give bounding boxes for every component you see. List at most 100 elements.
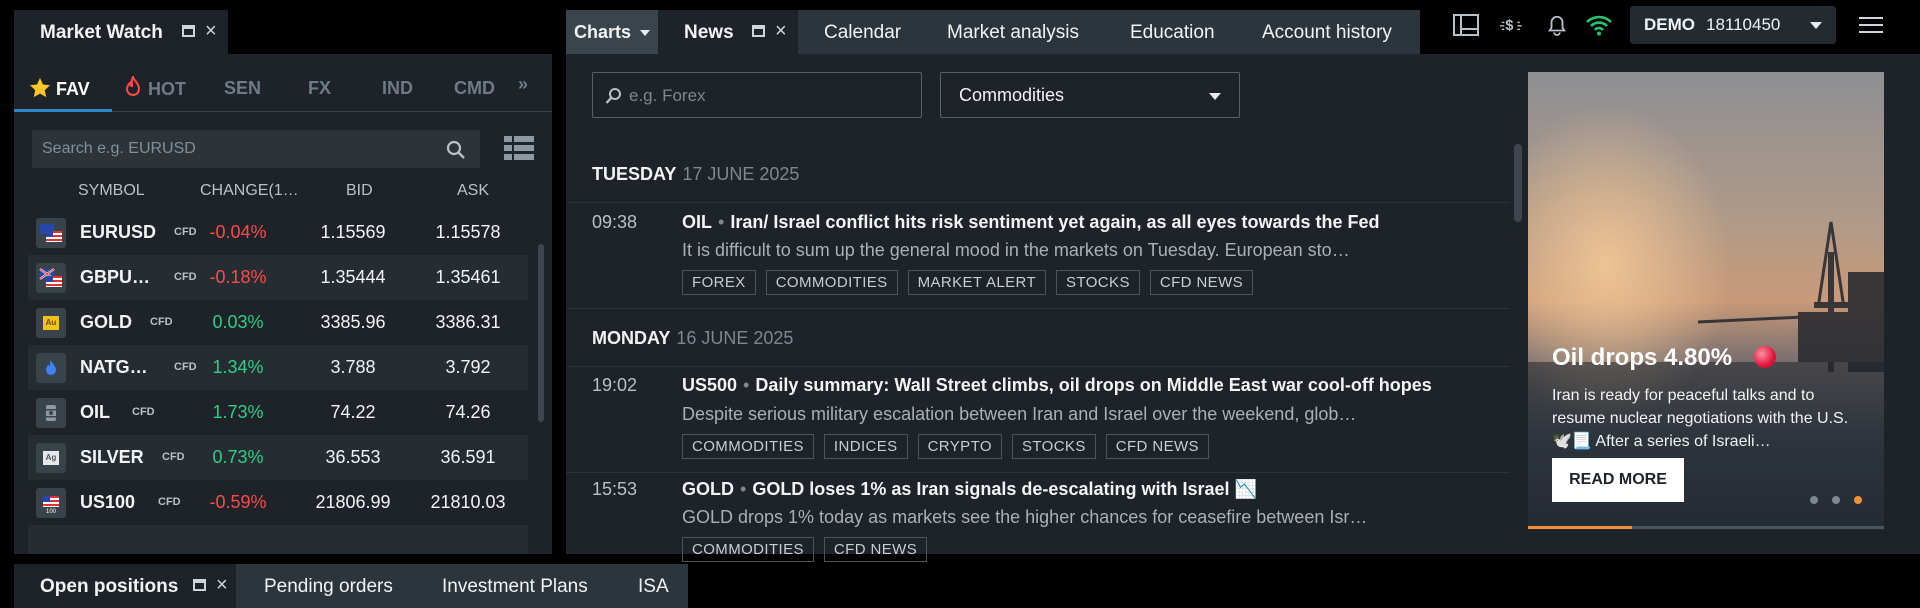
symbol-row[interactable]: OIL CFD 1.73% 74.22 74.26 <box>28 390 528 435</box>
symbol-ask[interactable]: 1.35461 <box>410 267 526 288</box>
news-tag[interactable]: CFD NEWS <box>823 537 928 562</box>
carousel-dot[interactable] <box>1810 496 1818 504</box>
tab-charts[interactable]: Charts <box>566 10 658 54</box>
bell-icon[interactable] <box>1544 14 1570 36</box>
tab-investment-plans[interactable]: Investment Plans <box>442 576 588 598</box>
news-search[interactable] <box>592 72 922 118</box>
menu-icon[interactable] <box>1859 16 1883 34</box>
symbol-ask[interactable]: 3386.31 <box>410 312 526 333</box>
gb-us-flag-icon <box>36 263 66 293</box>
tab-calendar[interactable]: Calendar <box>824 22 901 44</box>
column-change[interactable]: CHANGE(1… <box>200 182 299 200</box>
symbol-bid[interactable]: 3.788 <box>298 357 408 378</box>
tab-open-positions[interactable]: Open positions × <box>14 564 236 608</box>
news-tag[interactable]: STOCKS <box>1011 434 1096 459</box>
tab-isa[interactable]: ISA <box>638 576 669 598</box>
market-watch-scrollbar[interactable] <box>538 244 544 422</box>
news-tag[interactable]: MARKET ALERT <box>907 270 1047 295</box>
symbol-bid[interactable]: 36.553 <box>298 447 408 468</box>
eu-us-flag-icon <box>36 218 66 248</box>
symbol-row[interactable]: NATG… CFD 1.34% 3.788 3.792 <box>28 345 528 390</box>
tab-market-analysis[interactable]: Market analysis <box>947 22 1079 44</box>
news-search-input[interactable] <box>629 83 909 109</box>
divider <box>566 308 1510 309</box>
symbol-name: OIL <box>80 402 110 422</box>
layout-icon[interactable] <box>1453 14 1479 36</box>
news-tag[interactable]: STOCKS <box>1056 270 1140 295</box>
symbol-ask[interactable]: 21810.03 <box>410 492 526 513</box>
carousel-dot-active[interactable] <box>1854 496 1862 504</box>
news-summary[interactable]: It is difficult to sum up the general mo… <box>682 240 1350 261</box>
category-tab-fav[interactable]: FAV <box>28 76 90 100</box>
news-tag[interactable]: COMMODITIES <box>682 537 814 562</box>
news-title[interactable]: OIL • Iran/ Israel conflict hits risk sent… <box>682 212 1380 233</box>
close-icon[interactable]: × <box>216 575 228 595</box>
symbol-row[interactable]: GBPU… CFD -0.18% 1.35444 1.35461 <box>28 255 528 300</box>
news-headline[interactable]: Iran/ Israel conflict hits risk sentimen… <box>730 212 1379 232</box>
category-tab-cmd[interactable]: CMD <box>454 78 495 99</box>
account-selector[interactable]: DEMO 18110450 <box>1630 6 1836 44</box>
news-scrollbar[interactable] <box>1514 144 1522 222</box>
market-watch-tab[interactable]: Market Watch × <box>14 10 228 54</box>
symbol-ask[interactable]: 36.591 <box>410 447 526 468</box>
column-symbol[interactable]: SYMBOL <box>78 182 145 200</box>
tab-news[interactable]: News × <box>658 10 798 54</box>
tab-account-history[interactable]: Account history <box>1262 22 1392 44</box>
carousel-dot[interactable] <box>1832 496 1840 504</box>
symbol-row[interactable]: Ag SILVER CFD 0.73% 36.553 36.591 <box>28 435 528 480</box>
symbol-row-partial[interactable] <box>28 525 528 554</box>
category-tab-sen[interactable]: SEN <box>224 78 261 99</box>
close-icon[interactable]: × <box>775 21 787 41</box>
news-title[interactable]: US500 • Daily summary: Wall Street climbs,… <box>682 375 1432 396</box>
symbol-search[interactable] <box>32 130 480 168</box>
category-tab-hot[interactable]: HOT <box>124 74 186 100</box>
tab-education[interactable]: Education <box>1130 22 1215 44</box>
symbol-search-input[interactable] <box>42 136 432 162</box>
column-ask[interactable]: ASK <box>457 182 489 200</box>
news-summary[interactable]: GOLD drops 1% today as markets see the h… <box>682 507 1367 528</box>
maximize-icon[interactable] <box>752 25 765 37</box>
news-title[interactable]: GOLD • GOLD loses 1% as Iran signals de-es… <box>682 479 1257 500</box>
news-summary[interactable]: Despite serious military escalation betw… <box>682 404 1356 425</box>
news-tag[interactable]: CFD NEWS <box>1149 270 1254 295</box>
grid-view-icon[interactable] <box>504 136 534 160</box>
maximize-icon[interactable] <box>182 25 195 37</box>
symbol-bid[interactable]: 1.35444 <box>298 267 408 288</box>
tab-pending-orders[interactable]: Pending orders <box>264 576 393 598</box>
column-bid[interactable]: BID <box>346 182 373 200</box>
news-headline[interactable]: Daily summary: Wall Street climbs, oil d… <box>755 375 1431 395</box>
category-tab-fx[interactable]: FX <box>308 78 331 99</box>
scroll-right-icon[interactable]: » <box>518 74 528 95</box>
symbol-row[interactable]: Au GOLD CFD 0.03% 3385.96 3386.31 <box>28 300 528 345</box>
search-icon[interactable] <box>446 140 466 160</box>
close-icon[interactable]: × <box>205 21 217 41</box>
symbol-bid[interactable]: 3385.96 <box>298 312 408 333</box>
category-tab-ind[interactable]: IND <box>382 78 413 99</box>
symbol-row[interactable]: EURUSD CFD -0.04% 1.15569 1.15578 <box>28 210 528 255</box>
news-tag[interactable]: CRYPTO <box>917 434 1002 459</box>
news-tag[interactable]: CFD NEWS <box>1105 434 1209 459</box>
symbol-name: EURUSD <box>80 222 157 242</box>
news-tag[interactable]: FOREX <box>682 270 756 295</box>
symbol-bid[interactable]: 74.22 <box>298 402 408 423</box>
cfd-badge: CFD <box>150 316 173 328</box>
news-tag[interactable]: INDICES <box>823 434 908 459</box>
read-more-button[interactable]: READ MORE <box>1552 458 1684 502</box>
symbol-bid[interactable]: 1.15569 <box>298 222 408 243</box>
promo-carousel[interactable]: Oil drops 4.80% Iran is ready for peacef… <box>1528 72 1884 530</box>
symbol-ask[interactable]: 3.792 <box>410 357 526 378</box>
symbol-ask[interactable]: 1.15578 <box>410 222 526 243</box>
maximize-icon[interactable] <box>193 579 206 591</box>
symbol-row[interactable]: 100 US100 CFD -0.59% 21806.99 21810.03 <box>28 480 528 525</box>
deposit-icon[interactable]: $ <box>1500 14 1526 36</box>
news-tags: COMMODITIES CFD NEWS <box>682 537 928 562</box>
news-tag[interactable]: COMMODITIES <box>765 270 898 295</box>
symbol-ask[interactable]: 74.26 <box>410 402 526 423</box>
news-symbol[interactable]: GOLD <box>682 479 734 499</box>
news-symbol[interactable]: OIL <box>682 212 712 232</box>
news-headline[interactable]: GOLD loses 1% as Iran signals de-escalat… <box>752 479 1257 499</box>
symbol-bid[interactable]: 21806.99 <box>298 492 408 513</box>
news-tag[interactable]: COMMODITIES <box>682 434 814 459</box>
news-category-select[interactable]: Commodities <box>940 72 1240 118</box>
news-symbol[interactable]: US500 <box>682 375 737 395</box>
